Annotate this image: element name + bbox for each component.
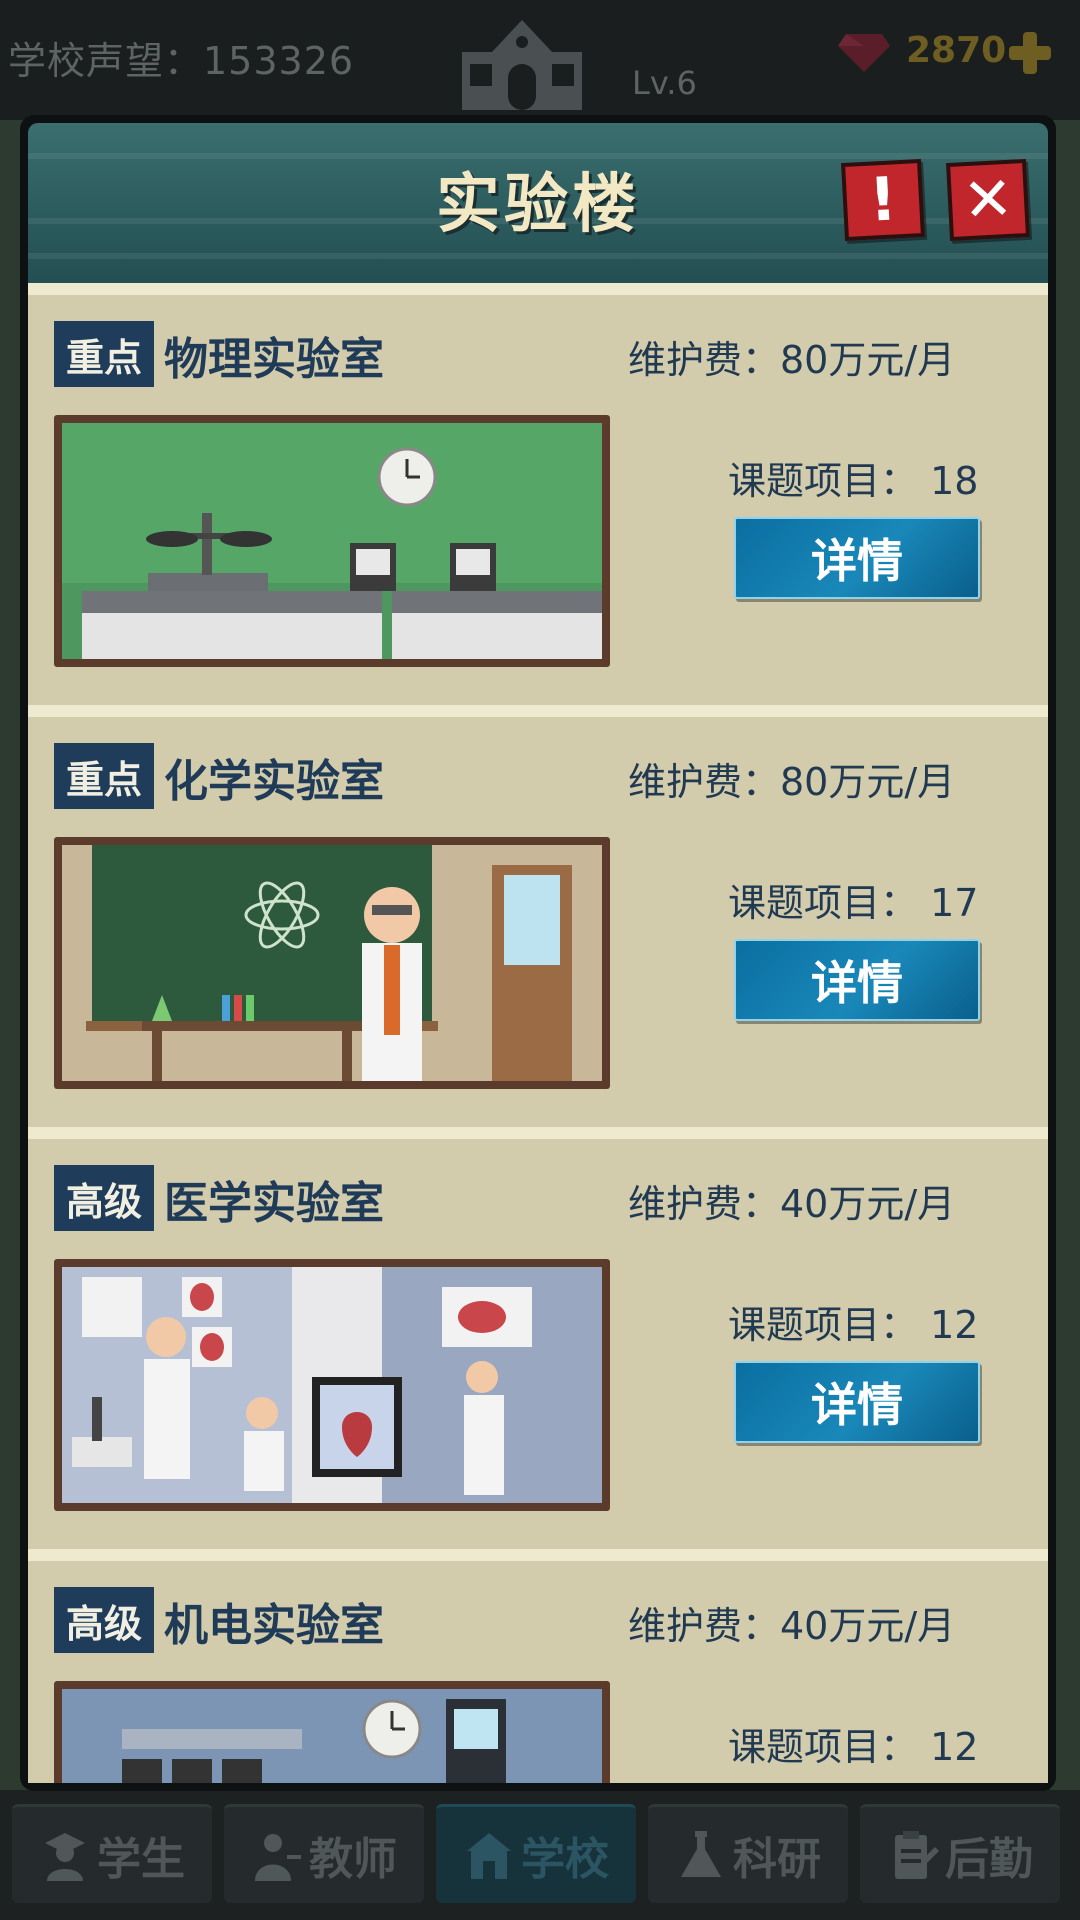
lab-name: 物理实验室 [164, 334, 384, 385]
maintenance-fee: 维护费：40万元/月 [628, 1604, 956, 1648]
details-button[interactable]: 详情 [734, 939, 980, 1021]
research-project-count: 课题项目： 18 [728, 459, 979, 503]
lab-item-physics: 重点 物理实验室 维护费：80万元/月 课题项目： 18 详情 [28, 295, 1048, 705]
research-project-count: 课题项目： 12 [728, 1303, 979, 1347]
info-button[interactable]: ! [841, 158, 925, 242]
maintenance-fee: 维护费：40万元/月 [628, 1182, 956, 1226]
mechatronics-lab-image [62, 1689, 602, 1783]
maintenance-fee: 维护费：80万元/月 [628, 338, 956, 382]
lab-name: 机电实验室 [164, 1600, 384, 1651]
gem-icon [838, 34, 890, 72]
close-button[interactable]: ✕ [946, 158, 1030, 242]
gem-count: 2870 [906, 30, 1007, 71]
physics-lab-image [62, 423, 602, 659]
bottom-tab-bar: 学生 教师 学校 科研 后勤 [0, 1790, 1080, 1920]
tab-label: 学生 [97, 1834, 185, 1885]
school-icon [467, 1833, 511, 1879]
tab-students[interactable]: 学生 [12, 1804, 212, 1903]
top-hud: 学校声望：153326 Lv.6 2870 校 [0, 0, 1080, 170]
school-level: Lv.6 [632, 64, 697, 102]
tab-school[interactable]: 学校 [436, 1804, 636, 1903]
clipboard-icon [895, 1831, 939, 1879]
research-project-count: 课题项目： 17 [728, 881, 979, 925]
maintenance-fee: 维护费：80万元/月 [628, 760, 956, 804]
lab-item-mechatronics: 高级 机电实验室 维护费：40万元/月 课题项目： 12 详情 [28, 1561, 1048, 1783]
lab-tier-badge: 重点 [54, 321, 154, 387]
divider [28, 1549, 1048, 1561]
school-building-icon [462, 20, 582, 110]
tab-label: 后勤 [945, 1834, 1033, 1885]
lab-illustration [54, 1259, 610, 1511]
lab-item-chemistry: 重点 化学实验室 维护费：80万元/月 课题项目： 17 详情 [28, 717, 1048, 1127]
chemistry-lab-image [62, 845, 602, 1081]
tab-label: 学校 [521, 1834, 609, 1885]
lab-tier-badge: 重点 [54, 743, 154, 809]
tab-research[interactable]: 科研 [648, 1804, 848, 1903]
lab-illustration [54, 837, 610, 1089]
research-project-count: 课题项目： 12 [728, 1725, 979, 1769]
flask-icon [681, 1831, 721, 1877]
lab-tier-badge: 高级 [54, 1587, 154, 1653]
lab-illustration [54, 415, 610, 667]
student-icon [45, 1833, 85, 1881]
divider [28, 705, 1048, 717]
header-stripe [28, 253, 1048, 259]
medical-lab-image [62, 1267, 602, 1503]
tab-label: 教师 [309, 1834, 397, 1885]
divider [28, 1127, 1048, 1139]
details-button[interactable]: 详情 [734, 517, 980, 599]
lab-list[interactable]: 重点 物理实验室 维护费：80万元/月 课题项目： 18 详情 重点 化学实验室… [28, 283, 1048, 1783]
lab-name: 化学实验室 [164, 756, 384, 807]
divider [28, 283, 1048, 295]
tab-teachers[interactable]: 教师 [224, 1804, 424, 1903]
tab-label: 科研 [733, 1834, 821, 1885]
tab-logistics[interactable]: 后勤 [860, 1804, 1060, 1903]
lab-name: 医学实验室 [164, 1178, 384, 1229]
lab-illustration [54, 1681, 610, 1783]
details-button[interactable]: 详情 [734, 1361, 980, 1443]
lab-tier-badge: 高级 [54, 1165, 154, 1231]
dialog-header: 实验楼 ! ✕ [28, 123, 1048, 283]
teacher-icon [255, 1834, 301, 1881]
laboratory-building-dialog: 实验楼 ! ✕ 重点 物理实验室 维护费：80万元/月 课题项目： 18 详情 … [20, 115, 1056, 1791]
lab-item-medical: 高级 医学实验室 维护费：40万元/月 课题项目： 12 详情 [28, 1139, 1048, 1549]
add-gems-button[interactable] [1005, 28, 1055, 78]
school-reputation: 学校声望：153326 [8, 39, 355, 83]
